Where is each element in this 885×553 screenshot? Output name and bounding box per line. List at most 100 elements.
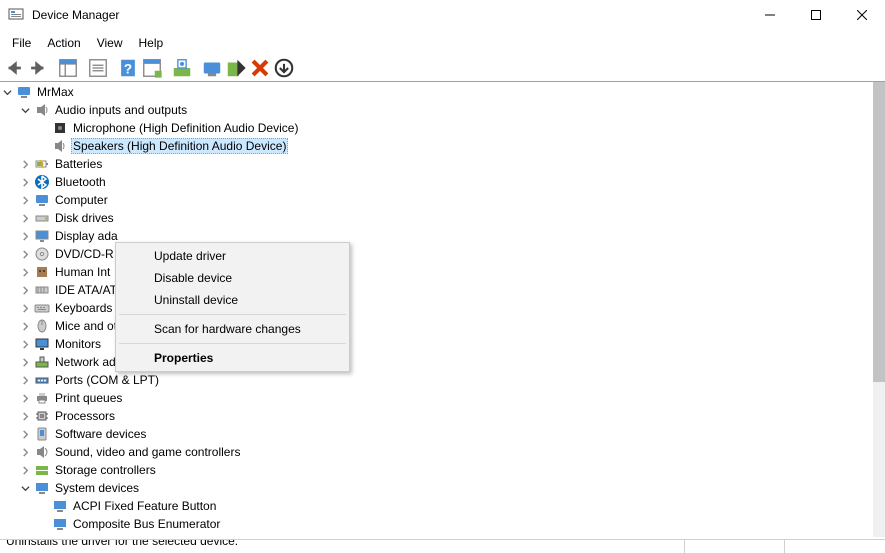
expand-icon[interactable] bbox=[18, 229, 32, 243]
port-icon bbox=[34, 372, 50, 388]
ctx-uninstall-device[interactable]: Uninstall device bbox=[118, 289, 347, 311]
scroll-thumb[interactable] bbox=[873, 82, 885, 382]
tree-device[interactable]: Composite Bus Enumerator bbox=[0, 515, 873, 533]
expand-icon[interactable] bbox=[18, 193, 32, 207]
expand-icon[interactable] bbox=[18, 427, 32, 441]
tree-device[interactable]: Speakers (High Definition Audio Device) bbox=[0, 137, 873, 155]
window-title: Device Manager bbox=[32, 8, 747, 22]
expand-icon[interactable] bbox=[18, 211, 32, 225]
expand-icon[interactable] bbox=[18, 319, 32, 333]
close-button[interactable] bbox=[839, 0, 885, 30]
maximize-button[interactable] bbox=[793, 0, 839, 30]
disk-icon bbox=[34, 210, 50, 226]
tree-category[interactable]: Ports (COM & LPT) bbox=[0, 371, 873, 389]
computer-icon bbox=[34, 192, 50, 208]
toolbar: ? bbox=[0, 54, 885, 81]
tree-category[interactable]: Processors bbox=[0, 407, 873, 425]
tree-category[interactable]: Computer bbox=[0, 191, 873, 209]
tree-item-label: Sound, video and game controllers bbox=[53, 445, 242, 459]
tree-item-label: Bluetooth bbox=[53, 175, 108, 189]
uninstall-device-button[interactable] bbox=[248, 56, 272, 80]
tree-device[interactable]: ACPI Fixed Feature Button bbox=[0, 497, 873, 515]
expand-icon[interactable] bbox=[18, 301, 32, 315]
tree-root[interactable]: MrMax bbox=[0, 83, 873, 101]
tree-device[interactable]: Microphone (High Definition Audio Device… bbox=[0, 119, 873, 137]
tree-category[interactable]: System devices bbox=[0, 479, 873, 497]
tree-category[interactable]: Sound, video and game controllers bbox=[0, 443, 873, 461]
keyboard-icon bbox=[34, 300, 50, 316]
tree-category[interactable]: Bluetooth bbox=[0, 173, 873, 191]
menu-view[interactable]: View bbox=[89, 34, 131, 52]
tree-item-label: Processors bbox=[53, 409, 117, 423]
ctx-scan-for-hardware-changes[interactable]: Scan for hardware changes bbox=[118, 318, 347, 340]
svg-text:?: ? bbox=[124, 61, 132, 76]
sound-icon bbox=[34, 444, 50, 460]
expand-icon[interactable] bbox=[18, 337, 32, 351]
ctx-disable-device[interactable]: Disable device bbox=[118, 267, 347, 289]
more-button[interactable] bbox=[272, 56, 296, 80]
tree-item-label: Keyboards bbox=[53, 301, 114, 315]
back-button[interactable] bbox=[2, 56, 26, 80]
properties-button[interactable] bbox=[86, 56, 110, 80]
tree-category[interactable]: Disk drives bbox=[0, 209, 873, 227]
update-driver-button[interactable] bbox=[200, 56, 224, 80]
menu-bar: FileActionViewHelp bbox=[0, 30, 885, 52]
tree-item-label: Composite Bus Enumerator bbox=[71, 517, 222, 531]
sysdev-icon bbox=[52, 516, 68, 532]
title-bar: Device Manager bbox=[0, 0, 885, 30]
menu-separator bbox=[119, 343, 346, 344]
tree-panel: MrMax Audio inputs and outputs Microphone … bbox=[0, 82, 885, 537]
expand-icon[interactable] bbox=[18, 463, 32, 477]
menu-help[interactable]: Help bbox=[131, 34, 172, 52]
forward-button[interactable] bbox=[26, 56, 50, 80]
hid-icon bbox=[34, 264, 50, 280]
tree-item-label: Microphone (High Definition Audio Device… bbox=[71, 121, 300, 135]
tree-item-label: Audio inputs and outputs bbox=[53, 103, 189, 117]
cpu-icon bbox=[34, 408, 50, 424]
expand-icon[interactable] bbox=[18, 157, 32, 171]
menu-file[interactable]: File bbox=[4, 34, 39, 52]
expand-icon[interactable] bbox=[18, 355, 32, 369]
scan-hardware-button[interactable] bbox=[170, 56, 194, 80]
tree-item-label: ACPI Fixed Feature Button bbox=[71, 499, 218, 513]
expand-icon[interactable] bbox=[18, 409, 32, 423]
expand-icon[interactable] bbox=[18, 373, 32, 387]
tree-category[interactable]: Print queues bbox=[0, 389, 873, 407]
printer-icon bbox=[34, 390, 50, 406]
status-text-pane: Uninstalls the driver for the selected d… bbox=[0, 540, 685, 553]
expand-icon[interactable] bbox=[18, 391, 32, 405]
expand-icon[interactable] bbox=[18, 445, 32, 459]
system-icon bbox=[34, 480, 50, 496]
battery-icon bbox=[34, 156, 50, 172]
tree-category[interactable]: Software devices bbox=[0, 425, 873, 443]
tree-item-label: Speakers (High Definition Audio Device) bbox=[71, 138, 288, 154]
disable-device-button[interactable] bbox=[224, 56, 248, 80]
audio-icon bbox=[34, 102, 50, 118]
help-button[interactable]: ? bbox=[116, 56, 140, 80]
expand-icon[interactable] bbox=[18, 283, 32, 297]
expand-icon[interactable] bbox=[0, 85, 14, 99]
ctx-properties[interactable]: Properties bbox=[118, 347, 347, 369]
expand-icon[interactable] bbox=[18, 247, 32, 261]
expand-icon[interactable] bbox=[18, 175, 32, 189]
tree-item-label: Computer bbox=[53, 193, 110, 207]
expand-icon[interactable] bbox=[18, 481, 32, 495]
menu-action[interactable]: Action bbox=[39, 34, 88, 52]
action-button[interactable] bbox=[140, 56, 164, 80]
status-pane-3 bbox=[785, 540, 885, 553]
menu-separator bbox=[119, 314, 346, 315]
tree-category[interactable]: Batteries bbox=[0, 155, 873, 173]
ide-icon bbox=[34, 282, 50, 298]
tree-category[interactable]: Storage controllers bbox=[0, 461, 873, 479]
sysdev-icon bbox=[52, 498, 68, 514]
show-hide-tree-button[interactable] bbox=[56, 56, 80, 80]
expand-icon[interactable] bbox=[18, 265, 32, 279]
tree-item-label: DVD/CD-R bbox=[53, 247, 116, 261]
tree-category[interactable]: Audio inputs and outputs bbox=[0, 101, 873, 119]
ctx-update-driver[interactable]: Update driver bbox=[118, 245, 347, 267]
minimize-button[interactable] bbox=[747, 0, 793, 30]
expand-icon[interactable] bbox=[18, 103, 32, 117]
scrollbar[interactable] bbox=[873, 82, 885, 537]
mouse-icon bbox=[34, 318, 50, 334]
tree-item-label: Software devices bbox=[53, 427, 148, 441]
